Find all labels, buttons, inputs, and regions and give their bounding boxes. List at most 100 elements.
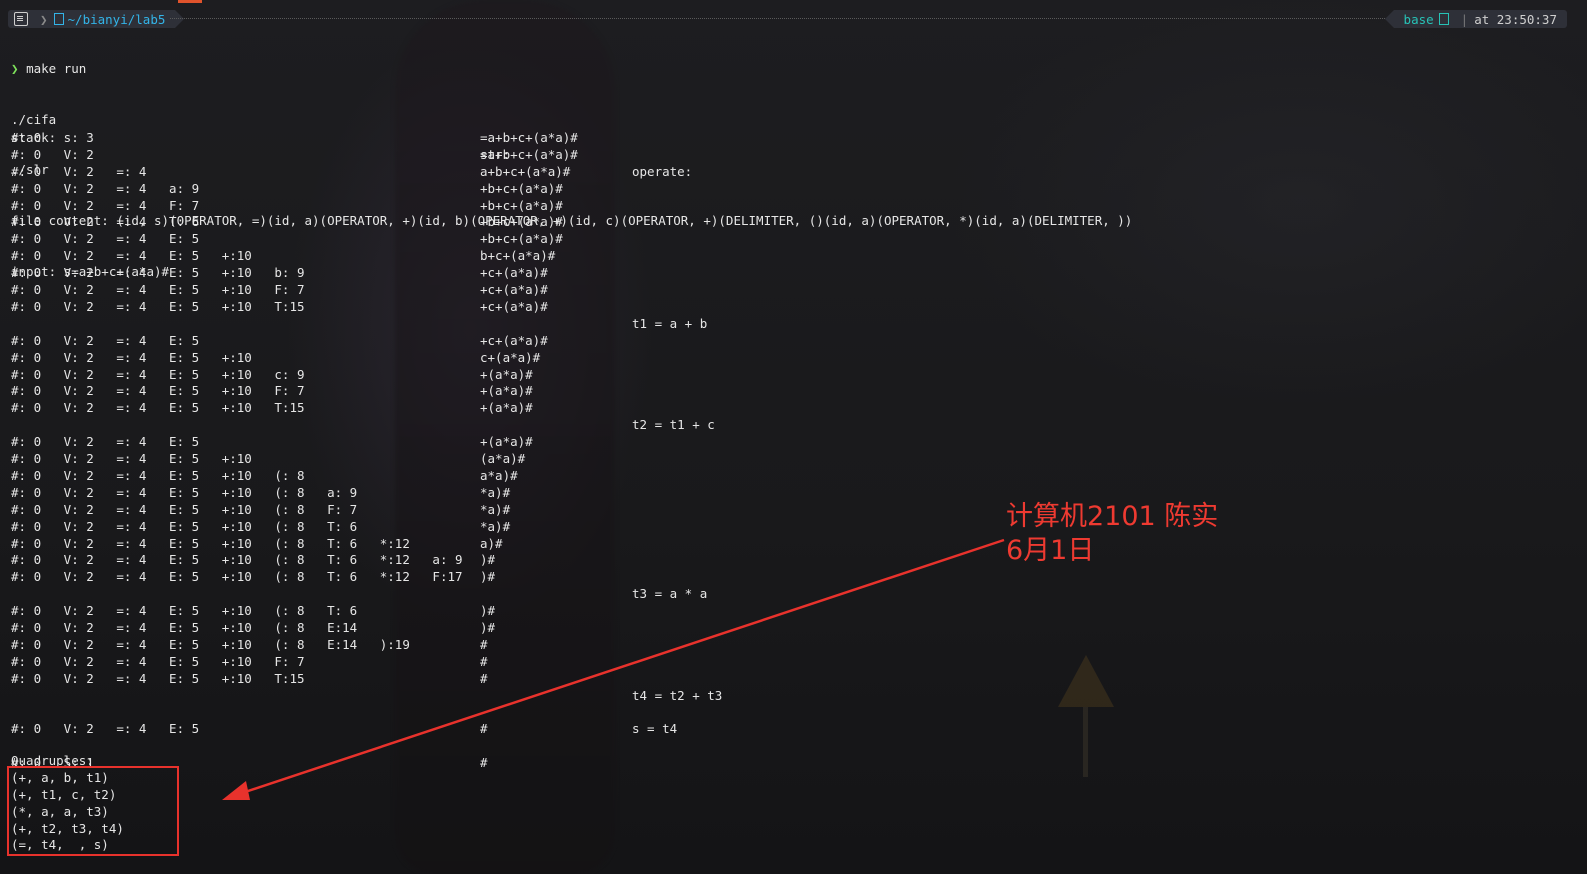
stack-cell: #: 0 V: 2 =: 4 a: 9 [11,180,200,196]
output-line: ./slr [11,162,49,178]
operate-cell: t4 = t2 + t3 [632,687,723,703]
wallpaper-sign-pole [1083,707,1088,777]
stack-cell: #: 0 s: 3 [11,129,94,145]
quadruple-line: (=, t4, , s) [11,837,109,853]
str-cell: # [480,670,488,686]
stack-cell: #: 0 V: 2 =: 4 E: 5 +:10 [11,349,252,365]
python-icon [1438,13,1449,25]
str-cell: )# [480,603,496,619]
annotation-line-2: 6月1日 [1006,535,1095,566]
stack-cell: #: 0 V: 2 =: 4 E: 5 +:10 (: 8 T: 6 *:12 [11,535,410,551]
prompt-filler-dots [170,18,1387,19]
str-cell: a+b+c+(a*a)# [480,163,571,179]
str-cell: +b+c+(a*a)# [480,214,563,230]
quadruples-output: Quadruples: (+, a, b, t1) (+, t1, c, t2)… [11,753,124,854]
str-cell: +b+c+(a*a)# [480,180,563,196]
stack-cell: #: 0 V: 2 =: 4 E: 5 +:10 F: 7 [11,653,305,669]
command-text: make run [26,60,87,76]
command-line: ❯ make run [11,61,1132,78]
quadruples-header: Quadruples: [11,753,94,768]
str-cell: a)# [480,535,503,551]
terminal-icon [14,12,28,26]
str-cell: +(a*a)# [480,434,533,450]
str-cell: *a)# [480,518,511,534]
str-cell: +c+(a*a)# [480,282,548,297]
str-cell: )# [480,620,496,635]
current-path: ~/bianyi/lab5 [67,11,166,27]
str-cell: # [480,721,488,737]
str-cell: +b+c+(a*a)# [480,231,563,247]
output-line: ./cifa [11,111,57,127]
stack-cell: #: 0 V: 2 =: 4 E: 5 +:10 (: 8 E:14 ):19 [11,636,410,652]
prompt-bar: ❯ ~/bianyi/lab5 base | at 23:50:37 [0,10,1587,28]
stack-cell: #: 0 V: 2 =: 4 F: 7 [11,197,200,213]
time-prefix: at [1474,11,1490,27]
operate-cell: t3 = a * a [632,586,708,602]
stack-cell: #: 0 V: 2 =: 4 [11,163,147,179]
prompt-time: 23:50:37 [1496,11,1557,27]
status-separator: | [1460,11,1469,27]
stack-cell: #: 0 V: 2 =: 4 E: 5 [11,434,200,450]
stack-cell: #: 0 V: 2 [11,146,94,162]
str-cell: +(a*a)# [480,383,533,399]
stack-cell: #: 0 V: 2 =: 4 E: 5 +:10 (: 8 [11,467,305,483]
stack-cell: #: 0 V: 2 =: 4 E: 5 +:10 b: 9 [11,265,305,281]
conda-env: base [1403,11,1434,27]
str-cell: +b+c+(a*a)# [480,197,563,213]
str-cell: )# [480,552,496,568]
stack-cell: #: 0 V: 2 =: 4 E: 5 +:10 (: 8 F: 7 [11,501,358,517]
prompt-path-segment: ❯ ~/bianyi/lab5 [8,10,185,28]
str-cell: # [480,653,488,669]
stack-cell: #: 0 V: 2 =: 4 E: 5 +:10 T:15 [11,298,305,314]
quadruple-line: (+, a, b, t1) [11,769,109,785]
str-cell: *a)# [480,501,511,517]
annotation-text: 计算机2101 陈实 6月1日 [1006,500,1218,568]
stack-cell: #: 0 V: 2 =: 4 E: 5 +:10 (: 8 T: 6 *:12 … [11,569,463,585]
stack-cell: #: 0 V: 2 =: 4 E: 5 [11,231,200,247]
quadruple-line: (+, t2, t3, t4) [11,820,124,836]
stack-cell: #: 0 V: 2 =: 4 E: 5 [11,721,200,737]
stack-cell: #: 0 V: 2 =: 4 E: 5 +:10 F: 7 [11,383,305,399]
prompt-chevron-icon: ❯ [11,60,19,76]
stack-cell: #: 0 V: 2 =: 4 T: 6 [11,214,200,230]
str-cell: b+c+(a*a)# [480,248,556,264]
annotation-line-1: 计算机2101 陈实 [1006,501,1219,532]
window-accent-mark [178,0,202,3]
stack-cell: #: 0 V: 2 =: 4 E: 5 +:10 [11,248,252,264]
str-cell: a*a)# [480,467,518,483]
stack-cell: #: 0 V: 2 =: 4 E: 5 [11,332,200,348]
operate-header: operate: [632,164,693,179]
stack-cell: #: 0 V: 2 =: 4 E: 5 +:10 T:15 [11,670,305,686]
str-cell: +c+(a*a)# [480,298,548,314]
str-cell: )# [480,569,496,585]
str-cell: # [480,755,488,771]
operate-cell: s = t4 [632,721,678,737]
str-cell: c+(a*a)# [480,349,541,365]
str-cell: +c+(a*a)# [480,332,548,348]
quadruple-line: (+, t1, c, t2) [11,786,117,802]
stack-cell: #: 0 V: 2 =: 4 E: 5 +:10 (: 8 T: 6 *:12 … [11,552,463,568]
str-cell: # [480,636,488,652]
segment-separator-icon: ❯ [40,11,48,27]
operate-cell: t1 = a + b [632,315,708,331]
operate-cell: t2 = t1 + c [632,417,715,433]
stack-cell: #: 0 V: 2 =: 4 E: 5 +:10 [11,451,252,466]
str-cell: (a*a)# [480,451,526,466]
stack-cell: #: 0 V: 2 =: 4 E: 5 +:10 (: 8 a: 9 [11,484,358,500]
prompt-status-segment: base | at 23:50:37 [1384,10,1567,28]
str-cell: +c+(a*a)# [480,265,548,281]
trace-header-row: stack: str: operate: [11,112,692,179]
stack-cell: #: 0 V: 2 =: 4 E: 5 +:10 (: 8 E:14 [11,620,358,635]
stack-cell: #: 0 V: 2 =: 4 E: 5 +:10 (: 8 T: 6 [11,603,358,619]
stack-cell: #: 0 V: 2 =: 4 E: 5 +:10 c: 9 [11,366,305,382]
stack-cell: #: 0 V: 2 =: 4 E: 5 +:10 T:15 [11,400,305,416]
str-cell: +(a*a)# [480,400,533,416]
folder-icon [53,13,64,25]
stack-cell: #: 0 V: 2 =: 4 E: 5 +:10 F: 7 [11,282,305,297]
str-cell: =a+b+c+(a*a)# [480,129,578,145]
str-cell: =a+b+c+(a*a)# [480,146,578,162]
quadruple-line: (*, a, a, t3) [11,803,109,819]
stack-cell: #: 0 V: 2 =: 4 E: 5 +:10 (: 8 T: 6 [11,518,358,534]
wallpaper-warning-sign [1058,655,1114,707]
str-cell: +(a*a)# [480,366,533,382]
